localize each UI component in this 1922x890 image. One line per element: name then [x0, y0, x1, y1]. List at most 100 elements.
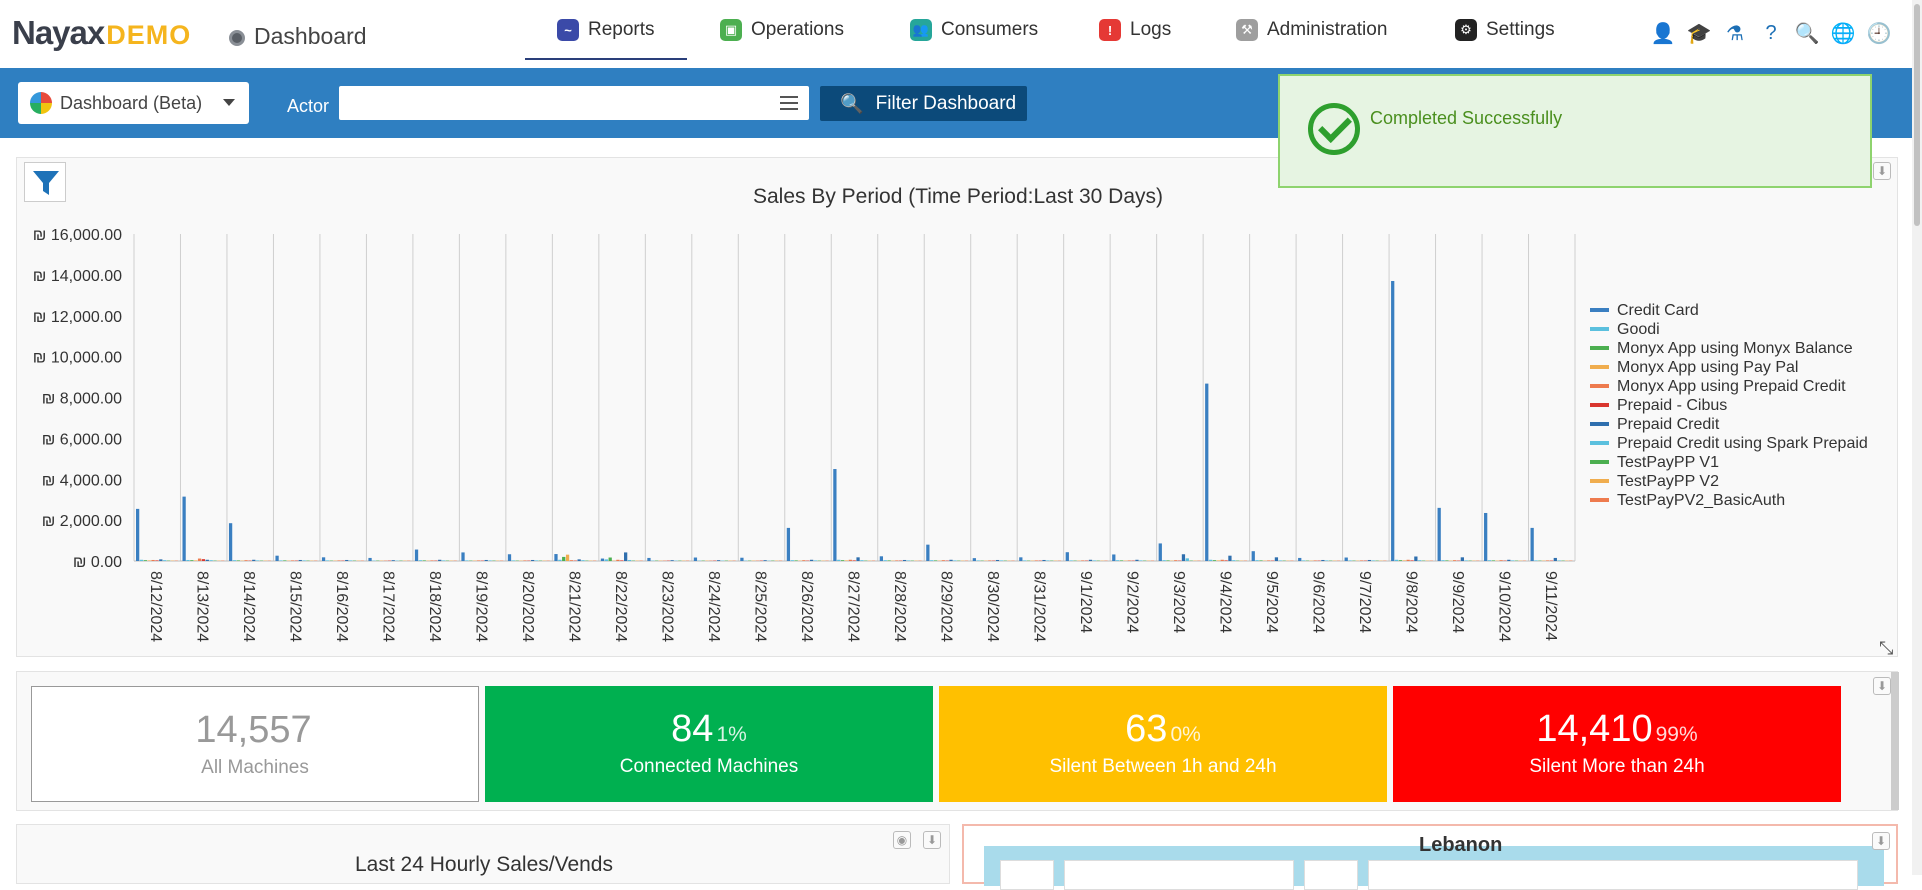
eye-icon[interactable]: ◉ — [893, 831, 911, 849]
filter-dashboard-button[interactable]: 🔍 Filter Dashboard — [820, 86, 1027, 121]
globe-icon[interactable]: 🌐 — [1830, 20, 1856, 46]
nav-reports-label: Reports — [588, 19, 655, 41]
chart-bar — [291, 560, 294, 561]
x-tick-label: 8/14/2024 — [240, 571, 257, 642]
graduation-cap-icon[interactable]: 🎓 — [1686, 20, 1712, 46]
chart-bar — [256, 560, 259, 561]
nav-logs[interactable]: ! Logs — [1099, 0, 1171, 60]
chart-bar — [136, 509, 139, 561]
x-tick-label: 8/30/2024 — [984, 571, 1001, 642]
flask-icon[interactable]: ⚗ — [1722, 20, 1748, 46]
download-icon[interactable]: ⬇ — [1872, 832, 1890, 850]
search-icon[interactable]: 🔍 — [1794, 20, 1820, 46]
stat-card-silent-24h[interactable]: 14,41099% Silent More than 24h — [1393, 686, 1841, 802]
chart-bar — [419, 560, 422, 561]
chart-bar — [233, 560, 236, 561]
help-icon[interactable]: ? — [1758, 20, 1784, 46]
nav-reports[interactable]: ~ Reports — [557, 0, 655, 60]
chart-bar — [1035, 560, 1038, 561]
nav-administration[interactable]: ⚒ Administration — [1236, 0, 1387, 60]
header-actions: 👤 🎓 ⚗ ? 🔍 🌐 🕘 — [1650, 20, 1892, 46]
chart-bar — [1321, 560, 1324, 561]
y-tick-label: ₪ 12,000.00 — [33, 309, 122, 326]
chart-bar — [1531, 528, 1534, 561]
x-tick-label: 9/3/2024 — [1170, 571, 1187, 633]
stat-value: 14,41099% — [1393, 708, 1841, 751]
dashboard-select[interactable]: Dashboard (Beta) — [18, 82, 249, 124]
settings-icon: ⚙ — [1455, 19, 1477, 41]
download-icon[interactable]: ⬇ — [1873, 677, 1891, 695]
x-tick-label: 8/13/2024 — [194, 571, 211, 642]
chart-bar — [554, 554, 557, 561]
stat-card-silent-1h-24h[interactable]: 630% Silent Between 1h and 24h — [939, 686, 1387, 802]
chart-bar — [485, 560, 488, 561]
download-icon[interactable]: ⬇ — [923, 831, 941, 849]
chart-bar — [1395, 560, 1398, 561]
page-scrollbar[interactable] — [1912, 0, 1922, 875]
chart-bar — [620, 560, 623, 561]
x-tick-label: 9/9/2024 — [1449, 571, 1466, 633]
stat-label: Silent Between 1h and 24h — [939, 756, 1387, 778]
x-tick-label: 9/1/2024 — [1077, 571, 1094, 633]
chart-bar — [566, 555, 569, 561]
user-icon[interactable]: 👤 — [1650, 20, 1676, 46]
chart-bar — [229, 523, 232, 561]
legend-label: Monyx App using Monyx Balance — [1617, 340, 1853, 357]
stat-number: 63 — [1125, 708, 1167, 750]
chart-bar — [1089, 560, 1092, 561]
chart-bar — [1445, 560, 1448, 561]
map-panel: Lebanon ⬇ — [962, 824, 1898, 884]
chart-bar — [1488, 560, 1491, 561]
search-icon: 🔍 — [840, 92, 864, 116]
logo-text: Nayax — [12, 14, 104, 51]
success-toast[interactable]: Completed Successfully — [1278, 74, 1872, 188]
map-home-button[interactable] — [1000, 860, 1054, 890]
x-tick-label: 8/21/2024 — [566, 571, 583, 642]
map-layer-button[interactable] — [1304, 860, 1358, 890]
chart-bar — [1298, 558, 1301, 561]
nav-operations[interactable]: ▣ Operations — [720, 0, 844, 60]
chart-bar — [1441, 560, 1444, 561]
logs-icon: ! — [1099, 19, 1121, 41]
page-scrollbar-thumb[interactable] — [1914, 4, 1920, 226]
nav-consumers[interactable]: 👥 Consumers — [910, 0, 1038, 60]
chart-bar — [841, 560, 844, 561]
nayax-logo[interactable]: NayaxDEMO — [12, 14, 191, 52]
actor-input[interactable] — [339, 86, 809, 120]
x-tick-label: 9/8/2024 — [1402, 571, 1419, 633]
chart-bar — [930, 560, 933, 561]
chart-bar — [1163, 560, 1166, 561]
chart-bar — [717, 560, 720, 561]
chart-bar — [763, 560, 766, 561]
clock-icon[interactable]: 🕘 — [1866, 20, 1892, 46]
reports-icon: ~ — [557, 19, 579, 41]
actor-label: Actor — [287, 96, 329, 117]
map-control[interactable] — [1064, 860, 1294, 890]
chart-bar — [1554, 558, 1557, 561]
stat-number: 14,410 — [1536, 708, 1652, 750]
chart-bar — [1407, 560, 1410, 561]
list-icon[interactable] — [780, 96, 798, 110]
chart-bar — [1209, 560, 1212, 561]
stat-card-all-machines[interactable]: 14,557 All Machines — [31, 686, 479, 802]
chart-bar — [210, 560, 213, 561]
chart-bar — [148, 560, 151, 561]
chart-bar — [1182, 554, 1185, 561]
panel-scrollbar[interactable] — [1891, 672, 1899, 810]
nav-settings[interactable]: ⚙ Settings — [1455, 0, 1555, 60]
chart-bar — [1461, 557, 1464, 561]
nav-settings-label: Settings — [1486, 19, 1555, 41]
y-tick-label: ₪ 6,000.00 — [42, 431, 122, 448]
chart-bar — [856, 557, 859, 561]
chart-bar — [849, 560, 852, 561]
map-country-label: Lebanon — [1419, 834, 1502, 857]
chart-bar — [1116, 560, 1119, 561]
chart-bar — [810, 560, 813, 561]
dashboard-select-value: Dashboard (Beta) — [60, 93, 202, 114]
x-tick-label: 8/12/2024 — [147, 571, 164, 642]
stat-card-connected[interactable]: 841% Connected Machines — [485, 686, 933, 802]
chart-bar — [934, 560, 937, 561]
chart-bar — [1418, 560, 1421, 561]
stat-value: 630% — [939, 708, 1387, 751]
chart-bar — [1453, 560, 1456, 561]
